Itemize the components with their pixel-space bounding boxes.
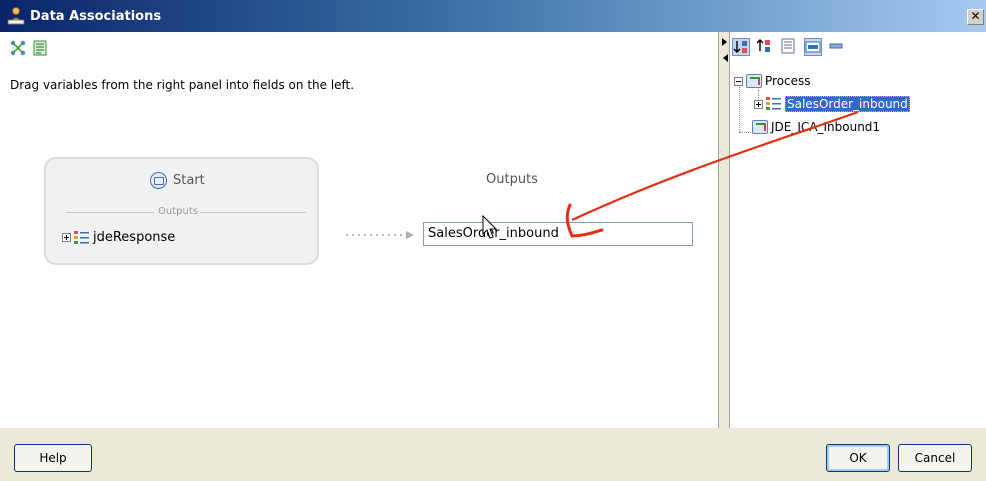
start-node-header: Start: [150, 172, 205, 189]
tree-item-jde-jca[interactable]: JDE_JCA_Inbound1: [752, 120, 880, 134]
dialog-body: Drag variables from the right panel into…: [0, 32, 986, 481]
close-button[interactable]: ✕: [967, 9, 984, 25]
process-icon: [746, 74, 762, 88]
window-title: Data Associations: [30, 8, 162, 24]
cancel-button[interactable]: Cancel: [898, 444, 972, 472]
ok-button[interactable]: OK: [826, 444, 890, 472]
help-button[interactable]: Help: [14, 444, 92, 472]
variables-panel: Process SalesOrder_inbound JDE_JCA_Inbou…: [730, 32, 986, 428]
struct-icon: [766, 97, 782, 111]
expand-icon[interactable]: [62, 233, 71, 242]
output-variable-field[interactable]: SalesOrder_inbound: [423, 222, 693, 246]
start-node-title: Start: [173, 173, 205, 188]
mapping-canvas: Drag variables from the right panel into…: [0, 32, 718, 428]
tree-item-process[interactable]: Process: [734, 74, 811, 88]
collapse-icon[interactable]: [828, 38, 846, 56]
tree-item-salesorder[interactable]: SalesOrder_inbound: [754, 96, 910, 112]
script-icon[interactable]: [32, 40, 48, 56]
process-icon: [752, 120, 768, 134]
start-node: Start Outputs jdeResponse: [44, 157, 319, 265]
association-connector: [346, 231, 414, 239]
right-toolbar: [732, 38, 846, 56]
outputs-divider: Outputs: [66, 206, 306, 217]
envelope-icon: [150, 172, 167, 189]
outputs-section-label: Outputs: [158, 206, 198, 217]
sort-ascending-icon[interactable]: [732, 38, 750, 56]
tree-item-process-label: Process: [765, 74, 811, 88]
mouse-cursor-icon: [482, 215, 498, 239]
start-variable-name: jdeResponse: [93, 230, 176, 245]
tree-item-salesorder-label: SalesOrder_inbound: [785, 96, 910, 112]
start-variable-row[interactable]: jdeResponse: [62, 230, 175, 245]
tree-item-jde-jca-label: JDE_JCA_Inbound1: [771, 120, 881, 134]
collapse-tree-icon[interactable]: [734, 76, 743, 86]
instructions-text: Drag variables from the right panel into…: [10, 78, 355, 92]
struct-icon: [74, 230, 90, 245]
app-icon: [6, 6, 26, 26]
details-icon[interactable]: [780, 38, 798, 56]
outputs-label: Outputs: [486, 172, 538, 187]
expand-icon[interactable]: [754, 99, 763, 109]
mapping-icon[interactable]: [10, 40, 26, 56]
sort-descending-icon[interactable]: [756, 38, 774, 56]
panel-splitter[interactable]: [718, 32, 730, 428]
title-bar: Data Associations ✕: [0, 0, 986, 32]
left-toolbar: [10, 40, 48, 56]
view-mode-icon[interactable]: [804, 38, 822, 56]
